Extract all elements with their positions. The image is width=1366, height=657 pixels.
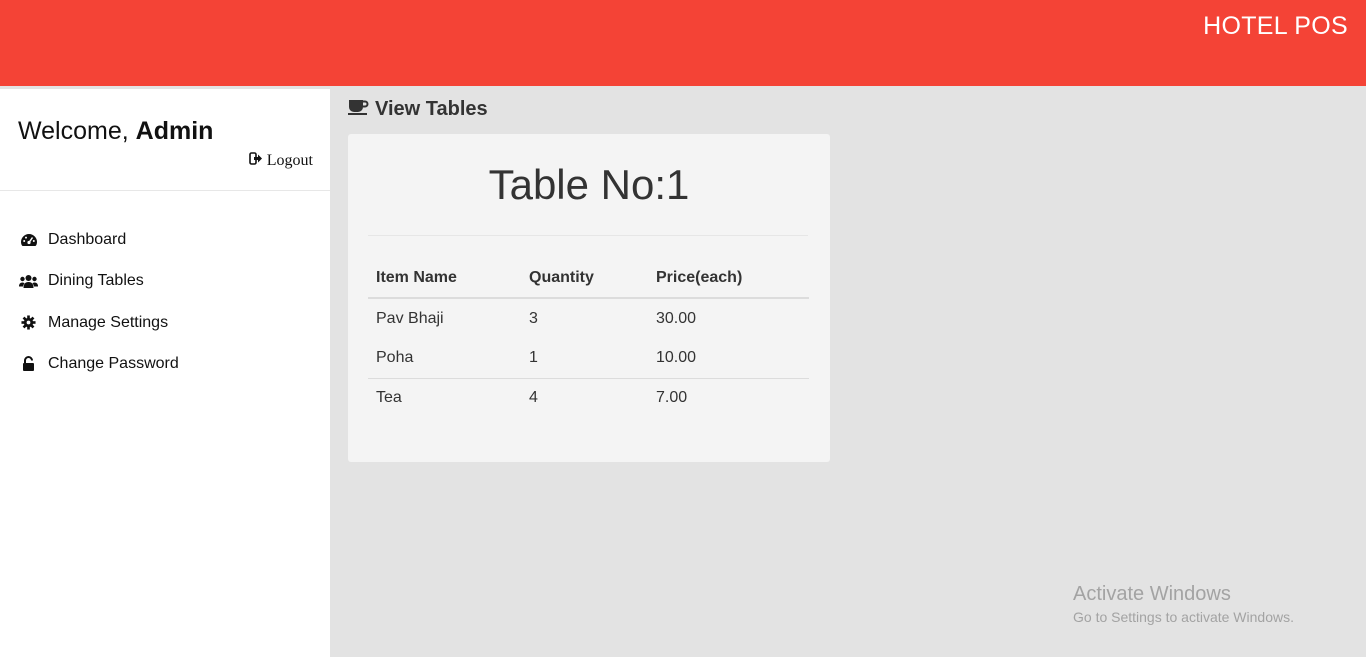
sidebar-item-manage-settings[interactable]: Manage Settings: [0, 302, 330, 344]
quantity-cell: 1: [529, 348, 538, 366]
page-title: View Tables: [348, 98, 488, 121]
dashboard-icon: [19, 232, 38, 248]
sidebar-item-label: Dashboard: [48, 230, 127, 248]
column-header-quantity: Quantity: [521, 258, 648, 299]
sidebar-item-label: Change Password: [48, 355, 179, 373]
quantity-cell: 3: [529, 309, 538, 327]
order-items-table: Item Name Quantity Price(each) Pav Bhaji…: [368, 258, 809, 418]
card-divider: [368, 235, 808, 236]
table-row: Tea 4 7.00: [368, 377, 809, 418]
column-header-price: Price(each): [648, 258, 809, 299]
welcome-text: Welcome, Admin: [18, 117, 213, 146]
column-header-item-name: Item Name: [368, 258, 521, 299]
gear-icon: [19, 315, 38, 331]
coffee-cup-icon: [348, 98, 369, 121]
table-row: Poha 1 10.00: [368, 338, 809, 378]
table-number-title: Table No:1: [488, 161, 690, 208]
sidebar-item-label: Dining Tables: [48, 272, 144, 290]
sidebar-item-change-password[interactable]: Change Password: [0, 344, 330, 386]
sidebar: Welcome, Admin Logout Dashboard Dining T…: [0, 89, 330, 657]
quantity-cell: 4: [521, 377, 648, 418]
unlock-icon: [19, 356, 38, 372]
sidebar-divider: [0, 190, 330, 191]
watermark-subtitle: Go to Settings to activate Windows.: [1073, 609, 1294, 625]
username: Admin: [135, 117, 214, 145]
sidebar-item-dashboard[interactable]: Dashboard: [0, 219, 330, 261]
logout-link[interactable]: Logout: [248, 152, 313, 170]
sidebar-menu: Dashboard Dining Tables Manage Settings …: [0, 219, 330, 385]
page-title-text: View Tables: [375, 98, 488, 120]
welcome-prefix: Welcome,: [18, 117, 129, 145]
sidebar-item-label: Manage Settings: [48, 313, 169, 331]
table-card: Table No:1 Item Name Quantity Price(each…: [348, 134, 830, 462]
price-cell: 7.00: [648, 377, 809, 418]
price-cell: 10.00: [656, 348, 697, 366]
item-name-cell: Poha: [376, 348, 414, 366]
logout-label: Logout: [266, 152, 313, 169]
top-bar: HOTEL POS: [0, 0, 1366, 86]
activate-windows-watermark: Activate Windows Go to Settings to activ…: [1073, 583, 1294, 625]
app-brand[interactable]: HOTEL POS: [1203, 12, 1348, 41]
users-icon: [19, 273, 38, 289]
item-name-cell: Tea: [368, 377, 521, 418]
item-name-cell: Pav Bhaji: [376, 309, 444, 327]
table-row: Pav Bhaji 3 30.00: [368, 298, 809, 338]
watermark-title: Activate Windows: [1073, 583, 1231, 605]
price-cell: 30.00: [656, 309, 697, 327]
sidebar-item-dining-tables[interactable]: Dining Tables: [0, 261, 330, 303]
table-header-row: Item Name Quantity Price(each): [368, 258, 809, 299]
sign-out-icon: [248, 152, 263, 170]
